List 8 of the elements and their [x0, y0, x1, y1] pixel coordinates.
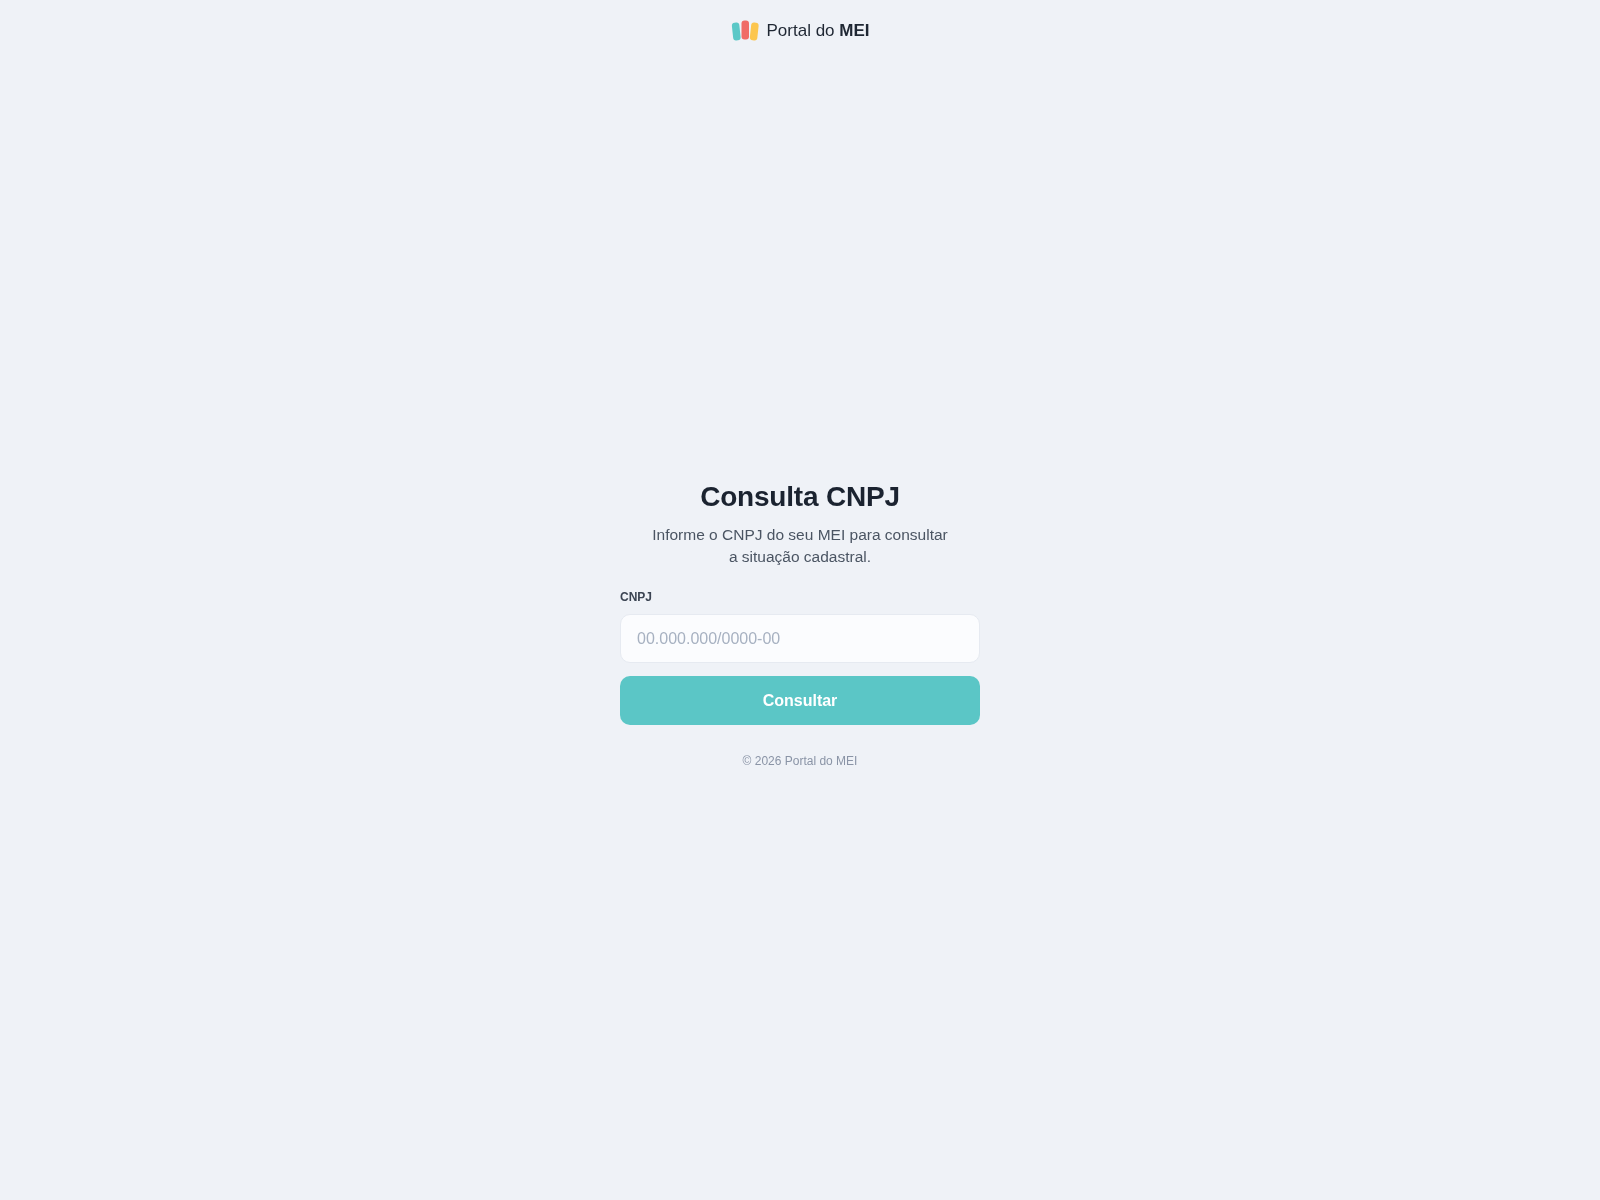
submit-button[interactable]: Consultar [620, 676, 980, 725]
field-label: CNPJ [620, 589, 652, 605]
page-title: Consulta CNPJ [699, 480, 901, 514]
input-field[interactable]: 00.000.000/0000-00 [620, 614, 980, 663]
footer-text: © 2026 Portal do MEI [741, 753, 859, 769]
logo-icon [730, 19, 760, 42]
brand-name: Portal do MEI [766, 22, 870, 39]
page-subtitle: Informe o CNPJ do seu MEI para consultar a situação cadastral. [651, 525, 949, 567]
